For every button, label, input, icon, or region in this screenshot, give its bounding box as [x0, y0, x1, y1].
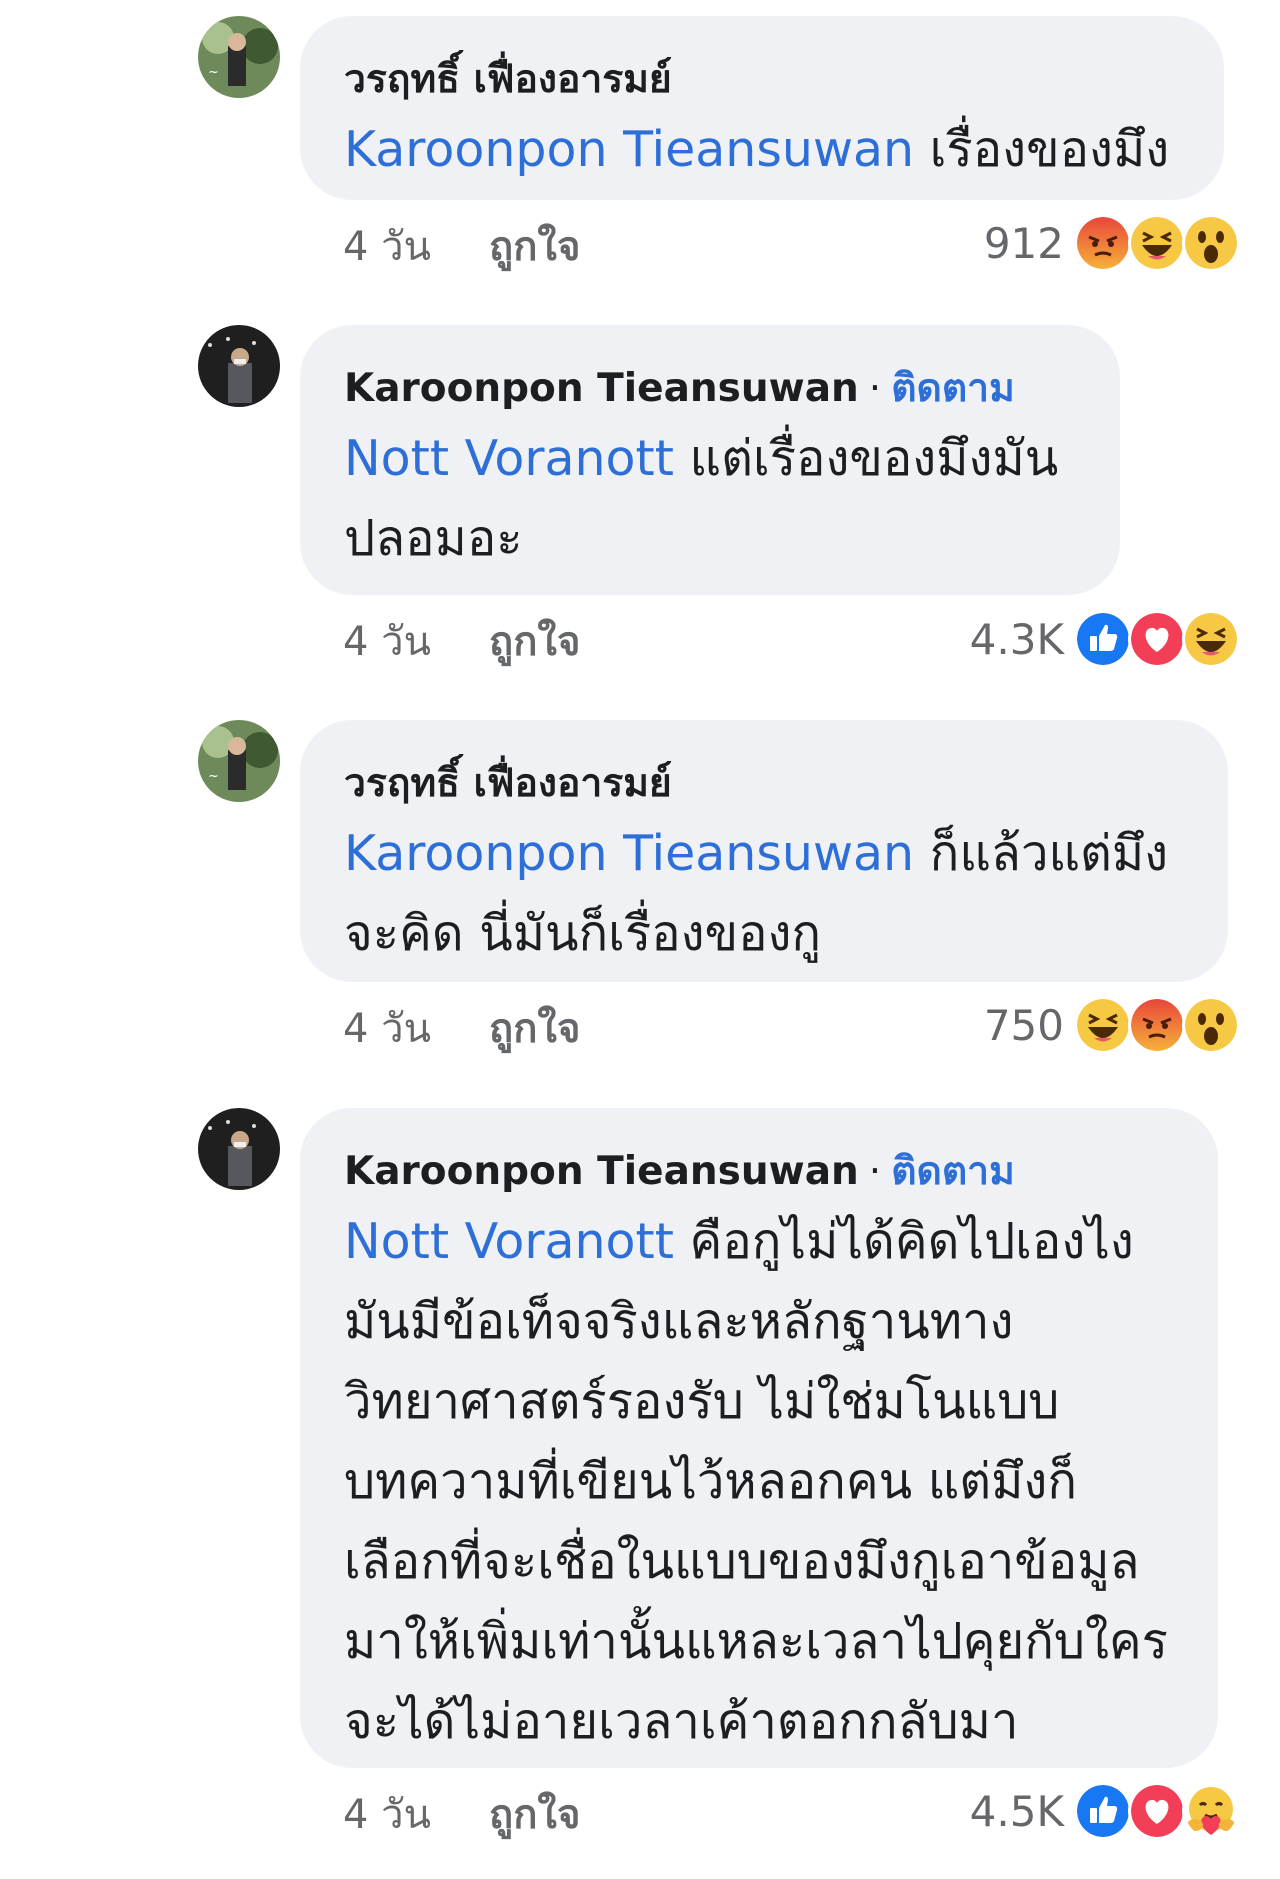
- comment-meta: 4 วัน ถูกใจ: [343, 1004, 580, 1054]
- wow-icon: [1182, 996, 1240, 1054]
- svg-text:~: ~: [208, 65, 219, 80]
- like-button[interactable]: ถูกใจ: [489, 1006, 580, 1052]
- reaction-summary[interactable]: 4.5K: [970, 1782, 1240, 1840]
- mention-link[interactable]: Nott Voranott: [344, 430, 674, 487]
- avatar[interactable]: [198, 1108, 280, 1190]
- like-icon: [1074, 1782, 1132, 1840]
- haha-icon: [1128, 214, 1186, 272]
- like-button[interactable]: ถูกใจ: [489, 619, 580, 665]
- haha-icon: [1182, 610, 1240, 668]
- comment-bubble: วรฤทธิ์ เฟื่องอารมย์ Karoonpon Tieansuwa…: [300, 16, 1224, 200]
- timestamp[interactable]: 4 วัน: [343, 1792, 431, 1838]
- author-name[interactable]: Karoonpon Tieansuwan: [344, 1149, 859, 1194]
- reaction-count: 4.5K: [969, 1786, 1064, 1836]
- comment-text: คือกูไม่ได้คิดไปเองไง มันมีข้อเท็จจริงแล…: [344, 1213, 1169, 1750]
- author-name[interactable]: วรฤทธิ์ เฟื่องอารมย์: [344, 57, 672, 102]
- follow-button[interactable]: ติดตาม: [891, 366, 1015, 411]
- comment-bubble: วรฤทธิ์ เฟื่องอารมย์ Karoonpon Tieansuwa…: [300, 720, 1228, 982]
- follow-button[interactable]: ติดตาม: [891, 1149, 1015, 1194]
- reaction-summary[interactable]: 912: [984, 214, 1240, 272]
- comment-meta: 4 วัน ถูกใจ: [343, 617, 580, 667]
- angry-icon: [1074, 214, 1132, 272]
- avatar[interactable]: [198, 325, 280, 407]
- avatar[interactable]: ~: [198, 720, 280, 802]
- mention-link[interactable]: Nott Voranott: [344, 1213, 674, 1270]
- mention-link[interactable]: Karoonpon Tieansuwan: [344, 825, 914, 882]
- mention-link[interactable]: Karoonpon Tieansuwan: [344, 121, 914, 178]
- comment-bubble: Karoonpon Tieansuwan · ติดตาม Nott Voranot…: [300, 1108, 1218, 1768]
- like-button[interactable]: ถูกใจ: [489, 224, 580, 270]
- comment-text: เรื่องของมึง: [914, 121, 1170, 178]
- like-icon: [1074, 610, 1132, 668]
- svg-text:~: ~: [208, 769, 219, 784]
- angry-icon: [1128, 996, 1186, 1054]
- reaction-count: 4.3K: [969, 614, 1064, 664]
- haha-icon: [1074, 996, 1132, 1054]
- care-icon: [1182, 1782, 1240, 1840]
- love-icon: [1128, 1782, 1186, 1840]
- wow-icon: [1182, 214, 1240, 272]
- reaction-count: 750: [983, 1000, 1064, 1050]
- reaction-count: 912: [983, 218, 1064, 268]
- comment-meta: 4 วัน ถูกใจ: [343, 222, 580, 272]
- author-name[interactable]: วรฤทธิ์ เฟื่องอารมย์: [344, 761, 672, 806]
- reaction-summary[interactable]: 750: [984, 996, 1240, 1054]
- timestamp[interactable]: 4 วัน: [343, 619, 431, 665]
- reaction-summary[interactable]: 4.3K: [970, 610, 1240, 668]
- timestamp[interactable]: 4 วัน: [343, 224, 431, 270]
- love-icon: [1128, 610, 1186, 668]
- comment-meta: 4 วัน ถูกใจ: [343, 1790, 580, 1840]
- author-name[interactable]: Karoonpon Tieansuwan: [344, 366, 859, 411]
- comment-bubble: Karoonpon Tieansuwan · ติดตาม Nott Voranot…: [300, 325, 1120, 595]
- timestamp[interactable]: 4 วัน: [343, 1006, 431, 1052]
- avatar[interactable]: ~: [198, 16, 280, 98]
- like-button[interactable]: ถูกใจ: [489, 1792, 580, 1838]
